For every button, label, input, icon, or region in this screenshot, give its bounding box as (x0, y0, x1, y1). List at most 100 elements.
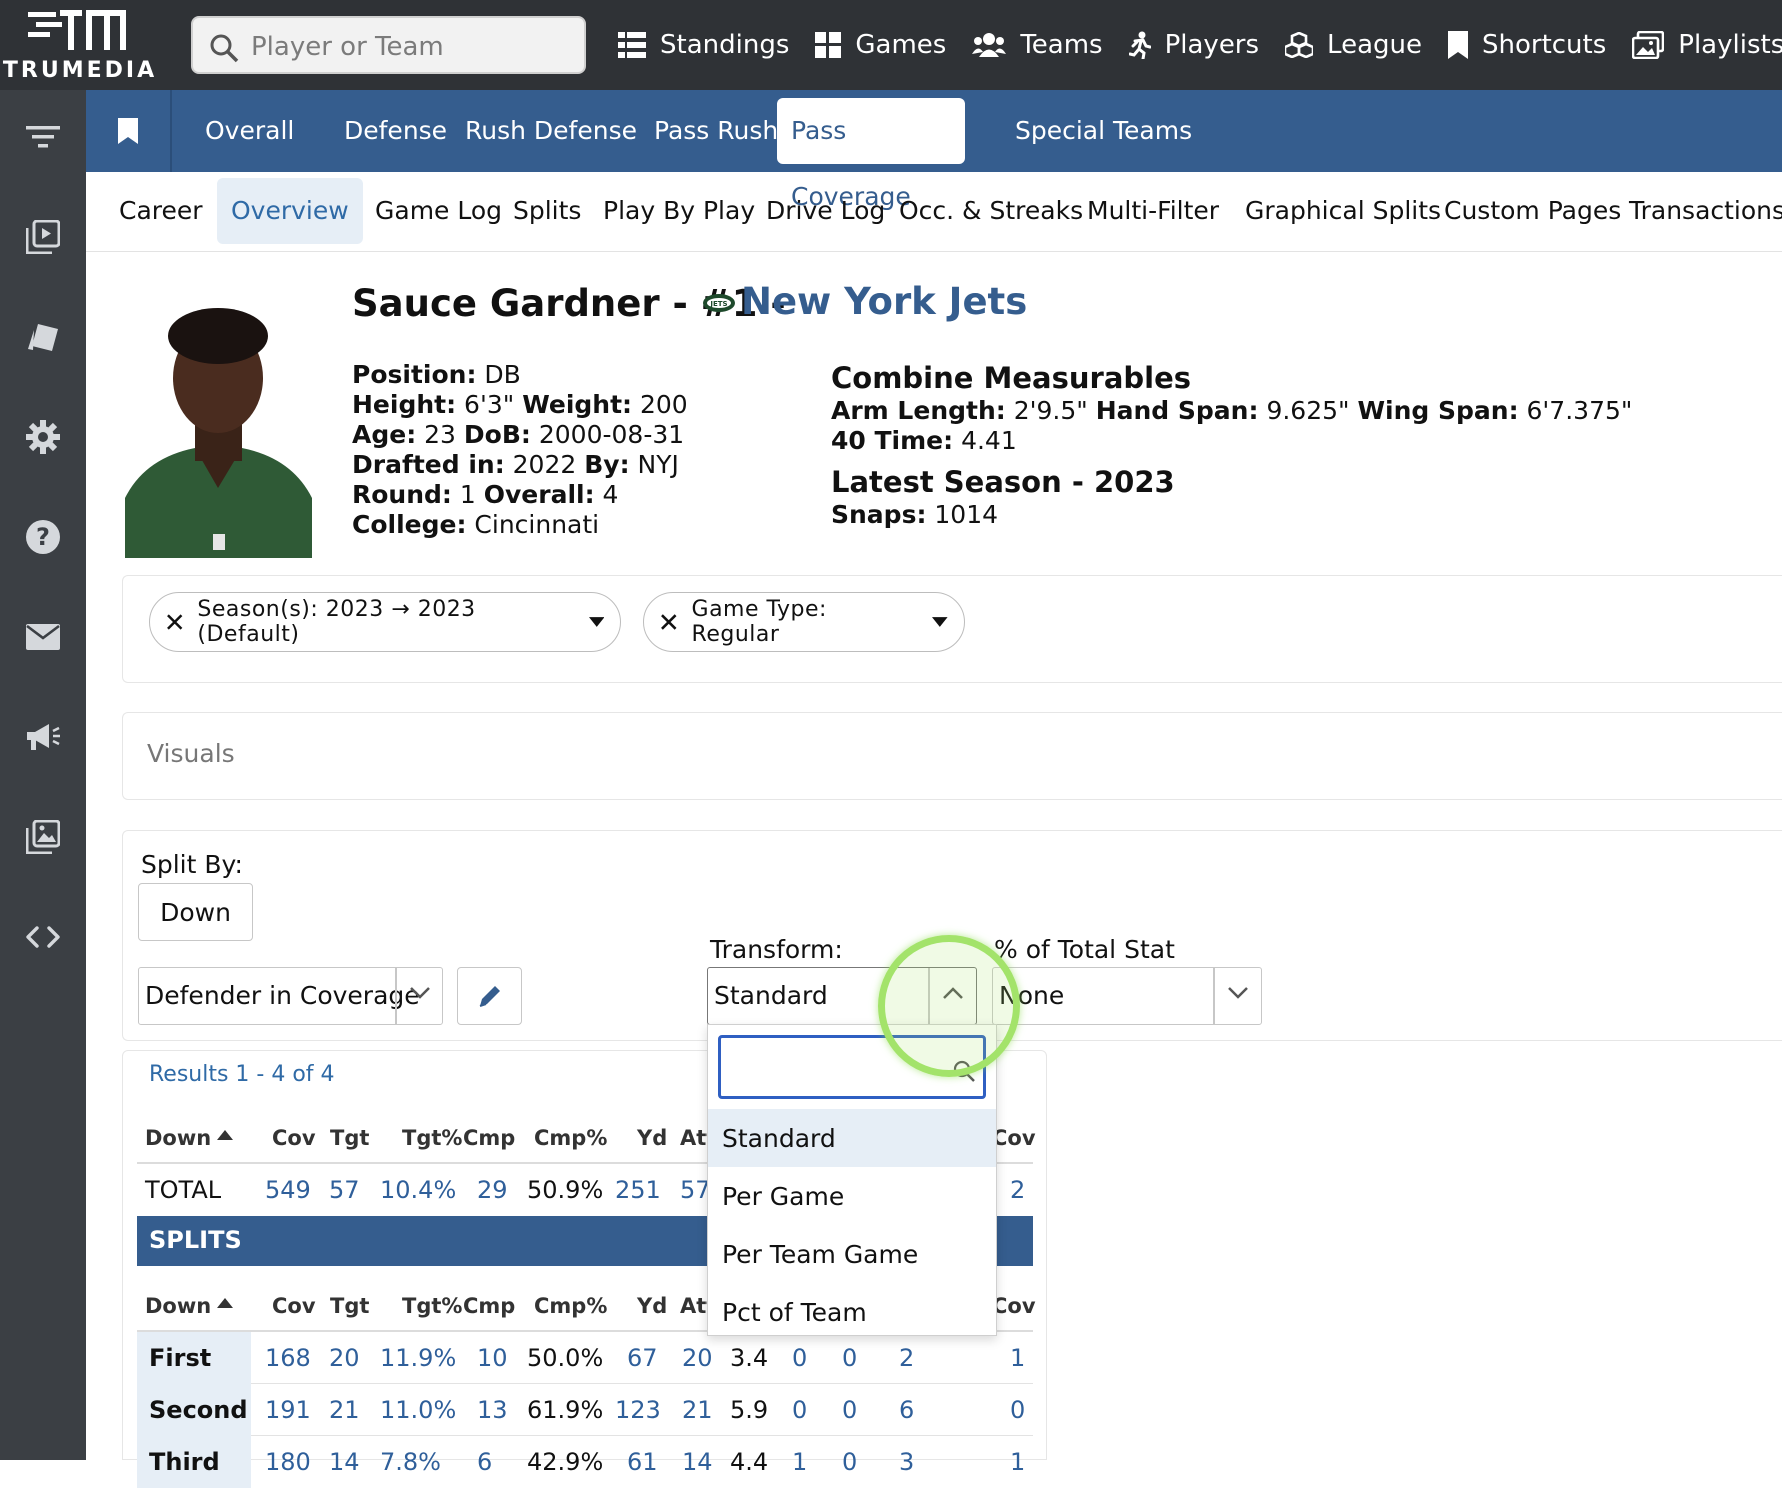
table-cell[interactable]: 6 (899, 1396, 914, 1424)
table-cell[interactable]: 0 (842, 1344, 857, 1372)
tab-multi-filter[interactable]: Multi-Filter (1073, 178, 1233, 244)
column-header-tgt[interactable]: Tgt (330, 1126, 369, 1150)
table-cell[interactable]: 11.9% (380, 1344, 456, 1372)
table-cell[interactable]: 191 (265, 1396, 311, 1424)
column-header-yd[interactable]: Yd (637, 1294, 667, 1318)
defender-select[interactable]: Defender in Coverage (138, 967, 443, 1025)
table-cell[interactable]: 21 (329, 1396, 360, 1424)
megaphone-icon[interactable] (22, 716, 64, 758)
table-cell[interactable]: 549 (265, 1176, 311, 1204)
tab-pass-coverage[interactable]: Pass Coverage (777, 98, 965, 211)
table-cell[interactable]: 61 (627, 1448, 658, 1476)
table-cell[interactable]: 1 (792, 1448, 807, 1476)
nav-standings[interactable]: Standings (618, 30, 789, 60)
tab-special-teams[interactable]: Special Teams (1001, 98, 1206, 164)
tab-transactions[interactable]: Transactions (1615, 178, 1782, 244)
table-cell[interactable]: 14 (329, 1448, 360, 1476)
game-type-filter-chip[interactable]: Game Type: Regular (643, 592, 965, 652)
cards-icon[interactable] (22, 316, 64, 358)
dropdown-option-per-team-game[interactable]: Per Team Game (708, 1225, 996, 1283)
table-cell[interactable]: 13 (477, 1396, 508, 1424)
tab-game-log[interactable]: Game Log (361, 178, 516, 244)
column-header-tgt-pct[interactable]: Tgt% (402, 1294, 462, 1318)
mail-icon[interactable] (22, 616, 64, 658)
table-cell[interactable]: 251 (615, 1176, 661, 1204)
table-cell[interactable]: 6 (477, 1448, 492, 1476)
table-cell[interactable]: 67 (627, 1344, 658, 1372)
tab-career[interactable]: Career (105, 178, 217, 244)
column-header-cov[interactable]: Cov (272, 1126, 316, 1150)
table-cell[interactable]: 0 (792, 1344, 807, 1372)
tab-overall[interactable]: Overall (191, 98, 308, 164)
column-header-cmp[interactable]: Cmp (463, 1126, 515, 1150)
pct-total-select[interactable]: None (992, 967, 1262, 1025)
search-input[interactable]: Player or Team (191, 16, 586, 74)
table-cell[interactable]: 2 (1010, 1176, 1025, 1204)
table-cell[interactable]: 14 (682, 1448, 713, 1476)
nav-games[interactable]: Games (815, 30, 946, 60)
table-cell[interactable]: 123 (615, 1396, 661, 1424)
column-header-down[interactable]: Down (145, 1126, 211, 1150)
tab-rush-defense[interactable]: Rush Defense (451, 98, 651, 164)
edit-button[interactable] (457, 967, 522, 1025)
column-header-cov-last[interactable]: Cov (992, 1126, 1036, 1150)
close-icon[interactable] (166, 613, 183, 631)
column-header-tgt[interactable]: Tgt (330, 1294, 369, 1318)
tab-splits[interactable]: Splits (499, 178, 595, 244)
column-header-cov-last[interactable]: Cov (992, 1294, 1036, 1318)
table-cell[interactable]: 10.4% (380, 1176, 456, 1204)
dropdown-option-standard[interactable]: Standard (708, 1109, 996, 1167)
trumedia-logo[interactable]: TRUMEDIA (0, 0, 160, 90)
nav-teams[interactable]: Teams (972, 30, 1103, 60)
gear-icon[interactable] (22, 416, 64, 458)
column-header-cov[interactable]: Cov (272, 1294, 316, 1318)
nav-players[interactable]: Players (1128, 30, 1259, 60)
close-icon[interactable] (660, 613, 678, 631)
dropdown-option-per-game[interactable]: Per Game (708, 1167, 996, 1225)
table-cell[interactable]: 21 (682, 1396, 713, 1424)
tab-play-by-play[interactable]: Play By Play (589, 178, 769, 244)
video-library-icon[interactable] (22, 216, 64, 258)
table-cell[interactable]: 57 (680, 1176, 711, 1204)
bookmark-page-button[interactable] (86, 90, 172, 172)
dropdown-option-pct-of-team[interactable]: Pct of Team (708, 1283, 996, 1341)
split-by-down-button[interactable]: Down (138, 883, 253, 941)
table-cell[interactable]: 20 (329, 1344, 360, 1372)
table-cell[interactable]: 3 (899, 1448, 914, 1476)
season-filter-chip[interactable]: Season(s): 2023 → 2023 (Default) (149, 592, 621, 652)
column-header-tgt-pct[interactable]: Tgt% (402, 1126, 462, 1150)
tab-graphical-splits[interactable]: Graphical Splits (1231, 178, 1455, 244)
tab-defense[interactable]: Defense (330, 98, 461, 164)
table-cell[interactable]: 11.0% (380, 1396, 456, 1424)
table-cell[interactable]: 57 (329, 1176, 360, 1204)
table-cell[interactable]: 1 (1010, 1448, 1025, 1476)
code-icon[interactable] (22, 916, 64, 958)
table-cell[interactable]: 0 (792, 1396, 807, 1424)
nav-playlists[interactable]: Playlists (1632, 30, 1782, 60)
column-header-down[interactable]: Down (145, 1294, 211, 1318)
table-cell[interactable]: 168 (265, 1344, 311, 1372)
column-header-cmp[interactable]: Cmp (463, 1294, 515, 1318)
table-cell[interactable]: 1 (1010, 1344, 1025, 1372)
table-cell[interactable]: 2 (899, 1344, 914, 1372)
tab-pass-rush[interactable]: Pass Rush (640, 98, 792, 164)
nav-shortcuts[interactable]: Shortcuts (1447, 30, 1606, 60)
table-cell[interactable]: 0 (842, 1448, 857, 1476)
tab-occ-streaks[interactable]: Occ. & Streaks (885, 178, 1097, 244)
table-cell[interactable]: 20 (682, 1344, 713, 1372)
column-header-cmp-pct[interactable]: Cmp% (534, 1294, 607, 1318)
table-cell[interactable]: 7.8% (380, 1448, 441, 1476)
table-cell[interactable]: 29 (477, 1176, 508, 1204)
table-cell[interactable]: 10 (477, 1344, 508, 1372)
tab-overview[interactable]: Overview (217, 178, 363, 244)
help-icon[interactable]: ? (22, 516, 64, 558)
team-link[interactable]: New York Jets (741, 280, 1027, 323)
column-header-cmp-pct[interactable]: Cmp% (534, 1126, 607, 1150)
visuals-panel[interactable]: Visuals (122, 712, 1782, 800)
table-cell[interactable]: 0 (842, 1396, 857, 1424)
gallery-icon[interactable] (22, 816, 64, 858)
table-cell[interactable]: 0 (1010, 1396, 1025, 1424)
filter-menu-icon[interactable] (22, 116, 64, 158)
tab-drive-log[interactable]: Drive Log (752, 178, 899, 244)
table-cell[interactable]: 180 (265, 1448, 311, 1476)
